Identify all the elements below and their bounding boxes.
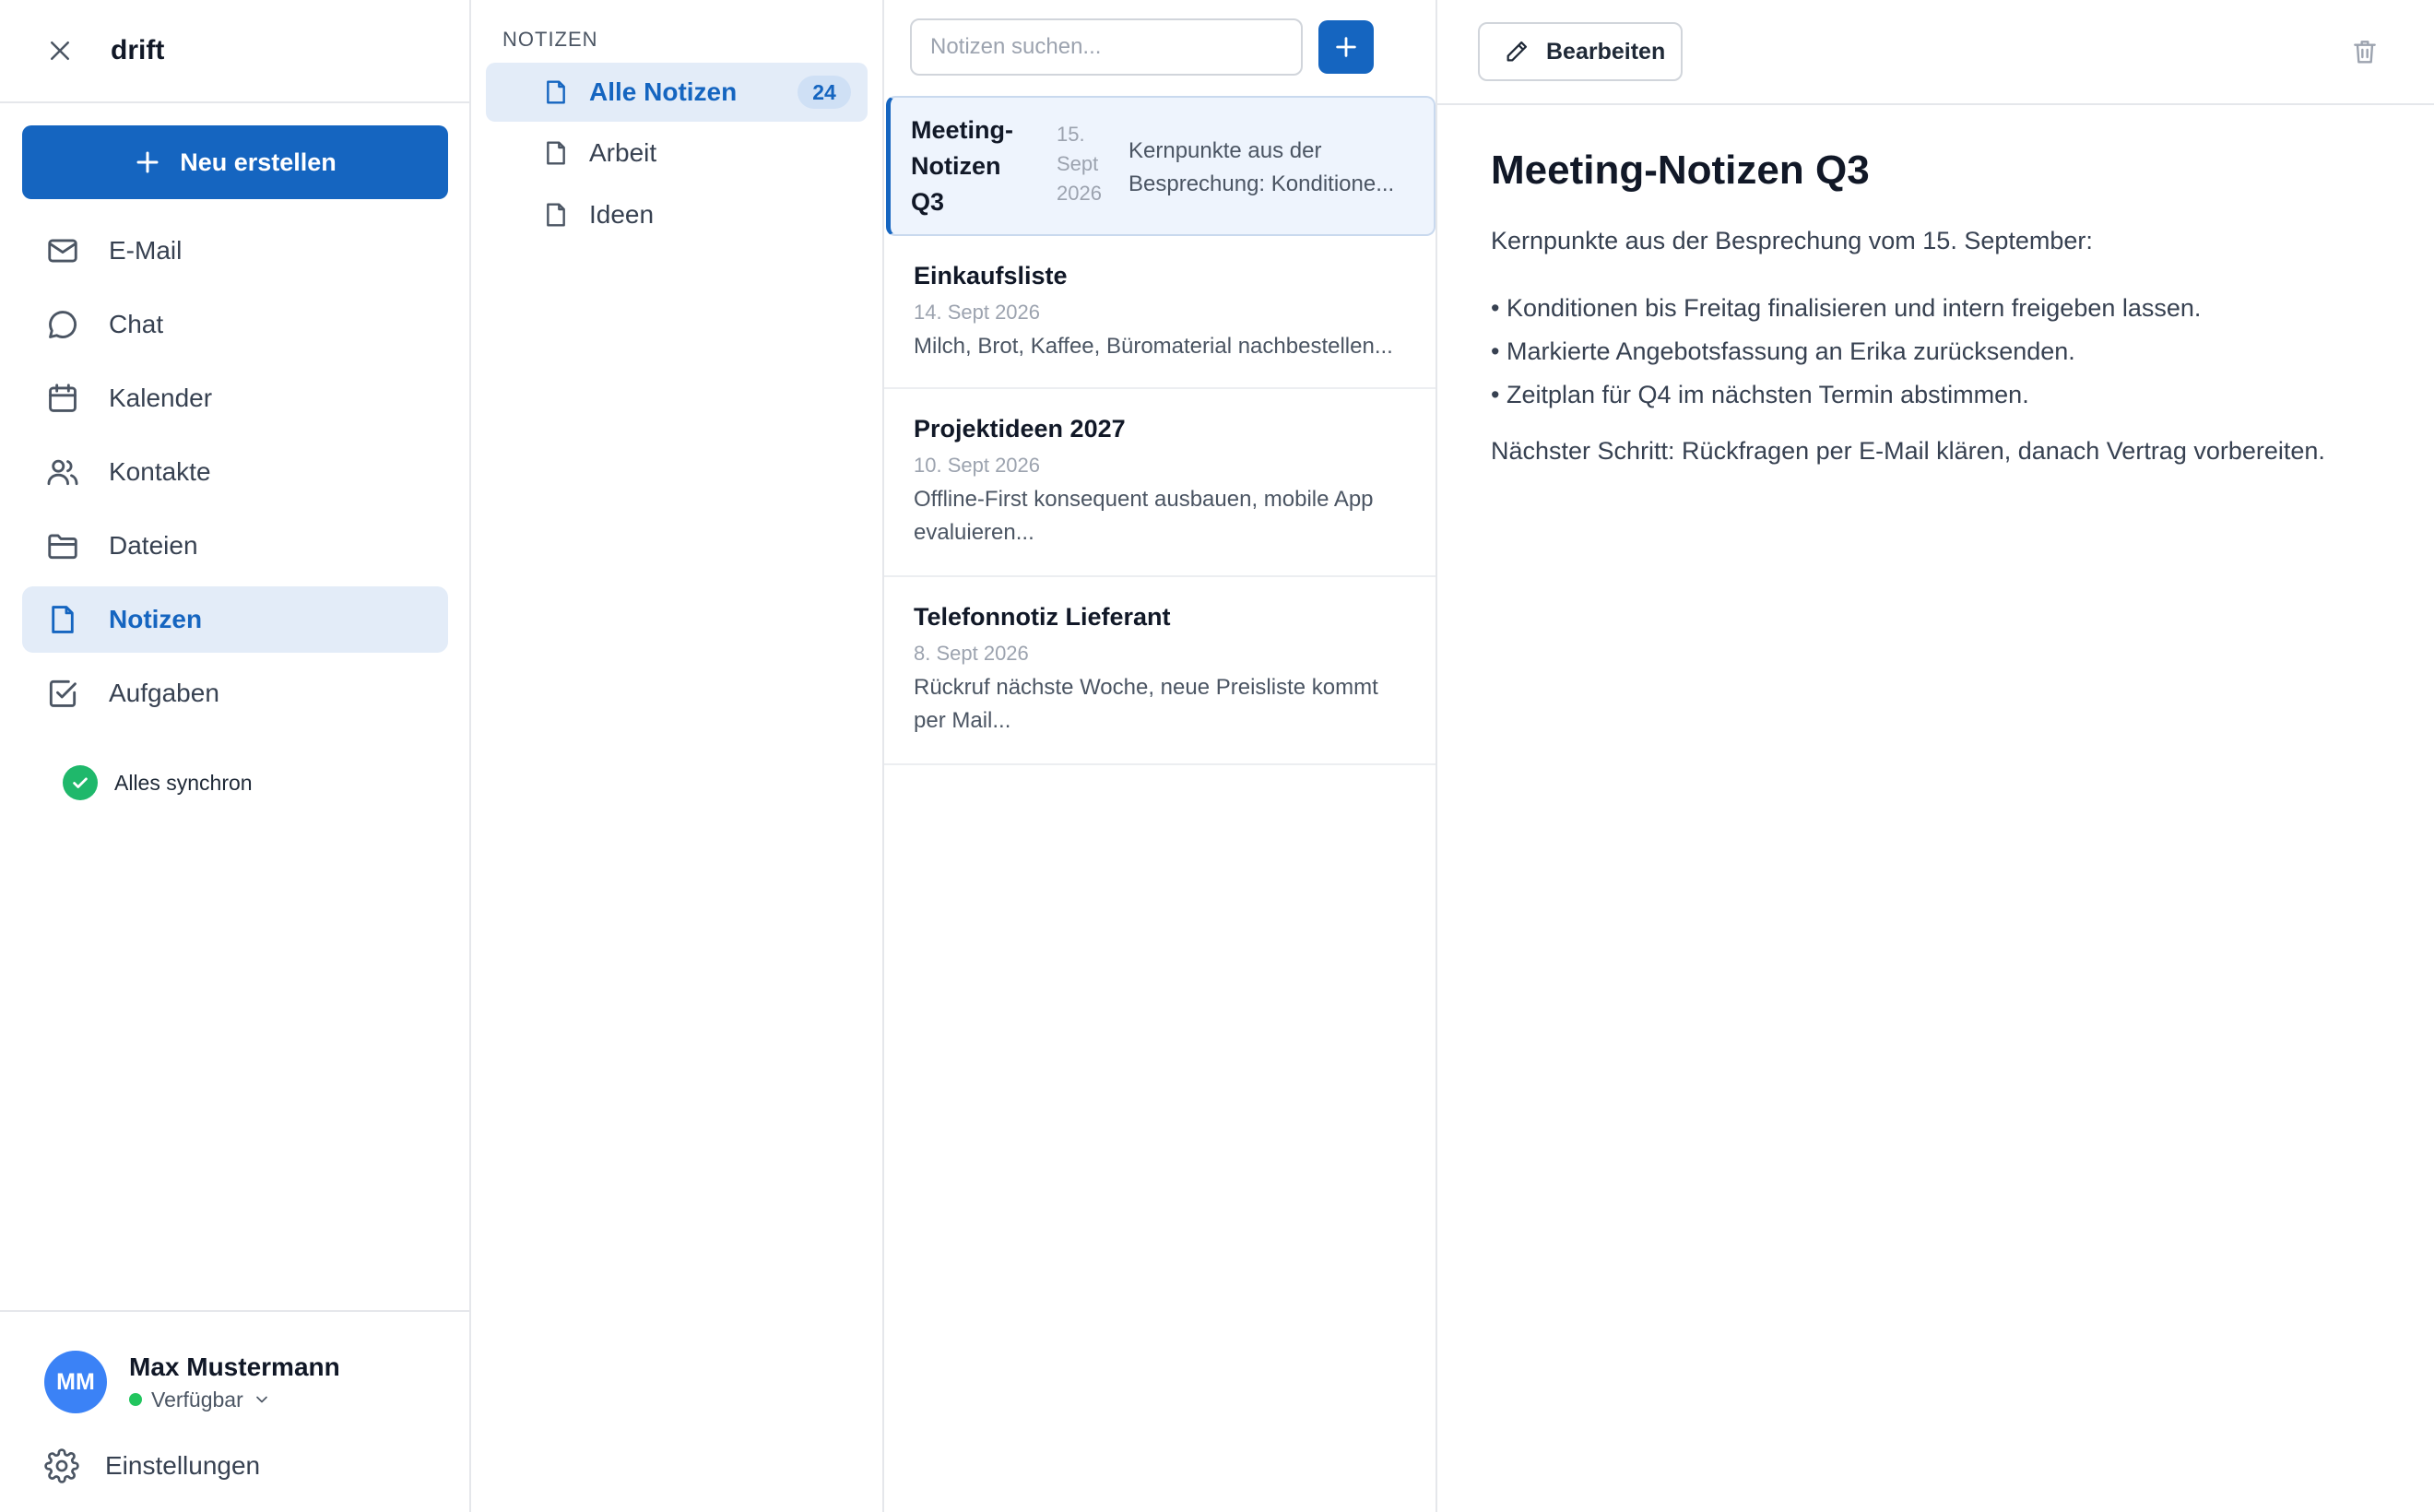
note-intro: Kernpunkte aus der Besprechung vom 15. S… [1491,227,2093,254]
close-button[interactable] [42,33,77,68]
folder-icon [44,527,81,564]
list-item: • Konditionen bis Freitag finalisieren u… [1491,294,2202,322]
sidebar: drift Neu erstellen E-Mail Chat Kalender… [0,0,471,1512]
note-preview: Kernpunkte aus der Besprechung: Konditio… [1128,138,1395,196]
nav-item-files[interactable]: Dateien [22,513,448,579]
nav-item-notes[interactable]: Notizen [22,586,448,653]
note-heading: Meeting-Notizen Q3 [1491,148,1870,193]
task-icon [44,675,81,712]
user-profile[interactable]: MM Max Mustermann Verfügbar [44,1351,340,1413]
nav-item-contacts[interactable]: Kontakte [22,439,448,505]
contacts-icon [44,454,81,490]
check-icon [63,765,98,800]
nav-item-label: Chat [109,310,164,338]
sync-status-text: Alles synchron [114,770,253,795]
main-nav: E-Mail Chat Kalender Kontakte Dateien No… [22,218,448,734]
mail-icon [44,232,81,269]
avatar: MM [44,1351,107,1413]
folder-all-notes[interactable]: Alle Notizen 24 [486,63,868,122]
note-item[interactable]: Projektideen 2027 10. Sept 2026 Offline-… [884,391,1436,577]
note-date: 10. Sept 2026 [914,454,1041,477]
note-content: Meeting-Notizen Q3 Kernpunkte aus der Be… [1491,148,2431,466]
nav-item-tasks[interactable]: Aufgaben [22,660,448,726]
nav-item-label: E-Mail [109,236,183,265]
nav-item-label: Dateien [109,531,198,560]
note-date: 14. Sept 2026 [914,301,1041,324]
edit-button[interactable]: Bearbeiten [1478,22,1683,81]
sidebar-footer: MM Max Mustermann Verfügbar Einstellunge… [0,1310,469,1512]
note-item[interactable]: Meeting-Notizen Q3 15. Sept 2026 Kernpun… [886,96,1436,236]
new-create-button[interactable]: Neu erstellen [22,125,448,199]
nav-item-calendar[interactable]: Kalender [22,365,448,431]
nav-item-label: Kalender [109,384,213,412]
note-item[interactable]: Einkaufsliste 14. Sept 2026 Milch, Brot,… [884,238,1436,389]
app-name: drift [111,35,165,65]
settings-button[interactable]: Einstellungen [44,1448,260,1483]
sync-status: Alles synchron [63,765,253,800]
count-badge: 24 [798,76,851,109]
chat-icon [44,306,81,343]
note-date: 15. Sept 2026 [1057,123,1102,205]
note-item[interactable]: Telefonnotiz Lieferant 8. Sept 2026 Rück… [884,579,1436,765]
delete-button[interactable] [2347,33,2382,70]
folders-title: NOTIZEN [502,28,598,51]
list-item: • Zeitplan für Q4 im nächsten Termin abs… [1491,381,2029,408]
folder-label: Arbeit [589,138,657,167]
pencil-icon [1506,41,1528,62]
nav-item-label: Kontakte [109,457,211,486]
notes-list: Meeting-Notizen Q3 15. Sept 2026 Kernpun… [884,0,1437,1512]
add-note-button[interactable] [1318,20,1374,74]
trash-icon [2354,41,2376,64]
note-icon [547,203,565,227]
status-dot-icon [129,1393,142,1406]
detail-toolbar: Bearbeiten [1437,0,2434,105]
note-preview: Milch, Brot, Kaffee, Büromaterial nachbe… [914,334,1393,359]
user-status-label: Verfügbar [151,1387,243,1412]
note-detail: Bearbeiten Meeting-Notizen Q3 Kernpunkte… [1437,0,2434,1512]
note-date: 8. Sept 2026 [914,642,1029,665]
folder-label: Ideen [589,200,655,229]
app-window: drift Neu erstellen E-Mail Chat Kalender… [0,0,2434,1512]
user-info: Max Mustermann Verfügbar [129,1353,340,1412]
close-icon [51,41,69,60]
note-title: Projektideen 2027 [914,415,1126,443]
note-icon [44,601,81,638]
new-create-label: Neu erstellen [180,148,337,176]
user-name: Max Mustermann [129,1352,340,1381]
note-title: Meeting-Notizen Q3 [911,116,1013,216]
folder-ideen[interactable]: Ideen [486,185,868,244]
nav-item-chat[interactable]: Chat [22,291,448,358]
user-status-dropdown[interactable]: Verfügbar [129,1388,340,1412]
gear-icon [44,1448,79,1483]
note-title: Telefonnotiz Lieferant [914,603,1171,631]
plus-icon [1336,37,1356,57]
calendar-icon [44,380,81,417]
chevron-down-icon [255,1396,267,1403]
note-preview: Offline-First konsequent ausbauen, mobil… [914,487,1374,545]
note-icon [547,141,565,165]
settings-label: Einstellungen [105,1451,261,1480]
note-next-step: Nächster Schritt: Rückfragen per E-Mail … [1491,437,2325,465]
folder-label: Alle Notizen [589,77,738,106]
plus-icon [136,151,159,173]
notes-folders: NOTIZEN Alle Notizen 24 Arbeit Ideen [471,0,884,1512]
search-input[interactable] [910,18,1303,76]
list-item: • Markierte Angebotsfassung an Erika zur… [1491,337,2075,365]
nav-item-email[interactable]: E-Mail [22,218,448,284]
sidebar-header: drift [0,0,469,103]
nav-item-label: Aufgaben [109,679,219,707]
note-title: Einkaufsliste [914,262,1068,289]
nav-item-label: Notizen [109,605,203,633]
note-preview: Rückruf nächste Woche, neue Preisliste k… [914,675,1378,733]
folder-arbeit[interactable]: Arbeit [486,124,868,183]
note-bullet-list: • Konditionen bis Freitag finalisieren u… [1491,287,2431,417]
note-icon [547,80,565,104]
edit-label: Bearbeiten [1546,38,1666,65]
